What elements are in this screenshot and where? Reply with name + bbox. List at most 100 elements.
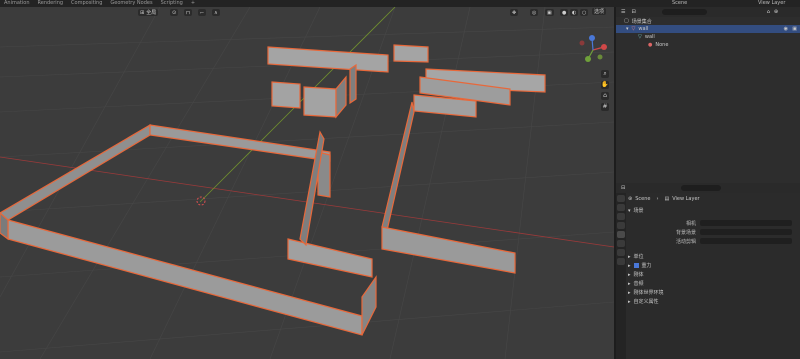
overlay-toggle-button[interactable]: ◎ — [530, 9, 539, 16]
section-custom-properties-header[interactable]: ▸ 自定义属性 — [628, 298, 659, 306]
workspace-tab-compositing[interactable]: Compositing — [67, 0, 106, 7]
section-units-header[interactable]: ▸ 单位 — [628, 253, 644, 261]
shading-material-button[interactable]: ◐ — [570, 9, 579, 16]
viewport-header: ⊞ 全局 ⊙ ⊓ ⌐ ∧ ✥ ◎ ▣ ● ◐ ○ 选项 — [0, 7, 614, 18]
outliner-row-wall-mesh[interactable]: ▽ wall — [616, 33, 800, 41]
wall-mesh[interactable] — [393, 44, 429, 63]
outliner-search-input[interactable] — [661, 9, 707, 15]
outliner-row-label: None — [655, 42, 669, 48]
outliner-panel: ☰ ⊟ ⌂ ⊕ ▢ 场景集合 ▾ ▽ wall ◉ ▣ ▽ wall ● Non… — [616, 7, 800, 183]
camera-field[interactable] — [700, 220, 792, 226]
section-label: 重力 — [641, 263, 652, 269]
gizmo-toggle-button[interactable]: ✥ — [510, 9, 519, 16]
properties-panel: ⊟ ⊛ Scene › ▤ View Layer ▾ 场景 相机 背景场景 活动… — [616, 183, 800, 359]
active-clip-label: 活动剪辑 — [675, 239, 696, 245]
outliner-header: ☰ ⊟ ⌂ ⊕ — [616, 7, 800, 17]
active-clip-field[interactable] — [700, 238, 792, 244]
breadcrumb-view-layer: View Layer — [672, 196, 700, 202]
tool-tab-icon[interactable] — [617, 195, 625, 202]
wall-mesh[interactable] — [267, 46, 389, 73]
section-label: 自定义属性 — [633, 299, 659, 305]
scene-tab-icon[interactable] — [617, 231, 625, 238]
texture-tab-icon[interactable] — [617, 258, 625, 265]
section-scene-header[interactable]: ▾ 场景 — [628, 207, 644, 215]
orientation-label: 全局 — [146, 10, 157, 16]
shading-solid-button[interactable]: ● — [560, 9, 569, 16]
gravity-checkbox[interactable] — [633, 263, 639, 268]
section-audio-header[interactable]: ▸ 音频 — [628, 280, 644, 288]
snap-target-button[interactable]: ⌐ — [198, 9, 207, 16]
scene-selector[interactable]: Scene — [672, 0, 687, 6]
section-label: 单位 — [633, 254, 644, 260]
xray-toggle-button[interactable]: ▣ — [545, 9, 554, 16]
wall-mesh[interactable] — [7, 219, 363, 336]
new-collection-icon[interactable]: ⊕ — [774, 9, 778, 15]
section-gravity-header[interactable]: ▸ 重力 — [628, 262, 652, 270]
filter-icon[interactable]: ⌂ — [767, 9, 770, 15]
options-dropdown[interactable]: 选项 — [592, 8, 607, 15]
wall-mesh[interactable] — [0, 123, 151, 221]
scene-icon: ⊛ — [628, 196, 633, 202]
output-tab-icon[interactable] — [617, 213, 625, 220]
render-tab-icon[interactable] — [617, 204, 625, 211]
shading-rendered-button[interactable]: ○ — [580, 9, 589, 16]
view-layer-selector[interactable]: View Layer — [758, 0, 785, 6]
snap-button[interactable]: ⊓ — [184, 9, 192, 16]
orientation-icon: ⊞ — [140, 9, 145, 16]
section-rigidbody-header[interactable]: ▸ 刚体 — [628, 271, 644, 279]
section-label: 刚体世界环境 — [633, 290, 664, 296]
collection-tab-icon[interactable] — [617, 249, 625, 256]
camera-icon[interactable]: ⌂ — [601, 92, 609, 100]
section-label: 音频 — [633, 281, 644, 287]
editor-type-icon[interactable]: ⊟ — [619, 184, 628, 192]
pivot-point-button[interactable]: ⊙ — [170, 9, 179, 16]
view-layer-tab-icon[interactable] — [617, 222, 625, 229]
3d-viewport[interactable]: ⊞ 全局 ⊙ ⊓ ⌐ ∧ ✥ ◎ ▣ ● ◐ ○ 选项 ⌕ ✋ ⌂ # — [0, 7, 614, 359]
wall-mesh[interactable] — [271, 81, 301, 109]
display-mode-icon[interactable]: ⊟ — [629, 8, 638, 16]
workspace-tab-animation[interactable]: Animation — [0, 0, 34, 7]
section-rigidbody-world-header[interactable]: ▸ 刚体世界环境 — [628, 289, 664, 297]
transform-orientation-dropdown[interactable]: ⊞ 全局 — [138, 9, 159, 16]
pan-hand-icon[interactable]: ✋ — [601, 81, 609, 89]
zoom-icon[interactable]: ⌕ — [601, 70, 609, 78]
workspace-tab-geometry-nodes[interactable]: Geometry Nodes — [106, 0, 156, 7]
properties-tabs — [616, 193, 626, 359]
wall-mesh[interactable] — [303, 86, 337, 118]
expand-arrow-icon[interactable]: ▾ — [626, 26, 629, 32]
visibility-eye-icon[interactable]: ◉ — [784, 26, 788, 32]
world-tab-icon[interactable] — [617, 240, 625, 247]
workspace-tab-rendering[interactable]: Rendering — [34, 0, 68, 7]
outliner-row-wall-collection[interactable]: ▾ ▽ wall ◉ ▣ — [616, 25, 800, 33]
camera-render-icon[interactable]: ▣ — [792, 26, 797, 32]
section-label: 刚体 — [633, 272, 644, 278]
editor-type-icon[interactable]: ☰ — [619, 8, 628, 16]
outliner-row-label: wall — [638, 26, 649, 32]
outliner-row-label: 场景集合 — [631, 18, 652, 25]
workspace-tab-scripting[interactable]: Scripting — [157, 0, 187, 7]
wall-mesh[interactable] — [149, 124, 331, 162]
properties-header: ⊟ — [616, 183, 800, 193]
mesh-icon: ▽ — [638, 34, 642, 40]
background-scene-label: 背景场景 — [675, 230, 696, 236]
wall-mesh[interactable] — [287, 238, 373, 278]
navigation-gizmo[interactable] — [578, 35, 608, 65]
wall-mesh[interactable] — [349, 63, 357, 105]
top-bar: Animation Rendering Compositing Geometry… — [0, 0, 800, 7]
outliner-row-scene-collection[interactable]: ▢ 场景集合 — [616, 17, 800, 25]
wall-mesh[interactable] — [335, 75, 347, 119]
perspective-grid-icon[interactable]: # — [601, 103, 609, 111]
background-scene-field[interactable] — [700, 229, 792, 235]
outliner-row-material[interactable]: ● None — [616, 41, 800, 49]
material-icon: ● — [648, 42, 653, 48]
expand-arrow-icon: ▾ — [628, 207, 631, 214]
proportional-edit-button[interactable]: ∧ — [212, 9, 220, 16]
add-workspace-button[interactable]: + — [187, 0, 199, 7]
wall-mesh[interactable] — [381, 226, 516, 274]
properties-search-input[interactable] — [681, 185, 722, 191]
wall-mesh[interactable] — [361, 275, 377, 336]
collection-icon: ▢ — [624, 18, 629, 24]
viewport-scene — [0, 7, 614, 359]
collection-icon: ▽ — [631, 26, 636, 32]
camera-label: 相机 — [685, 221, 696, 227]
